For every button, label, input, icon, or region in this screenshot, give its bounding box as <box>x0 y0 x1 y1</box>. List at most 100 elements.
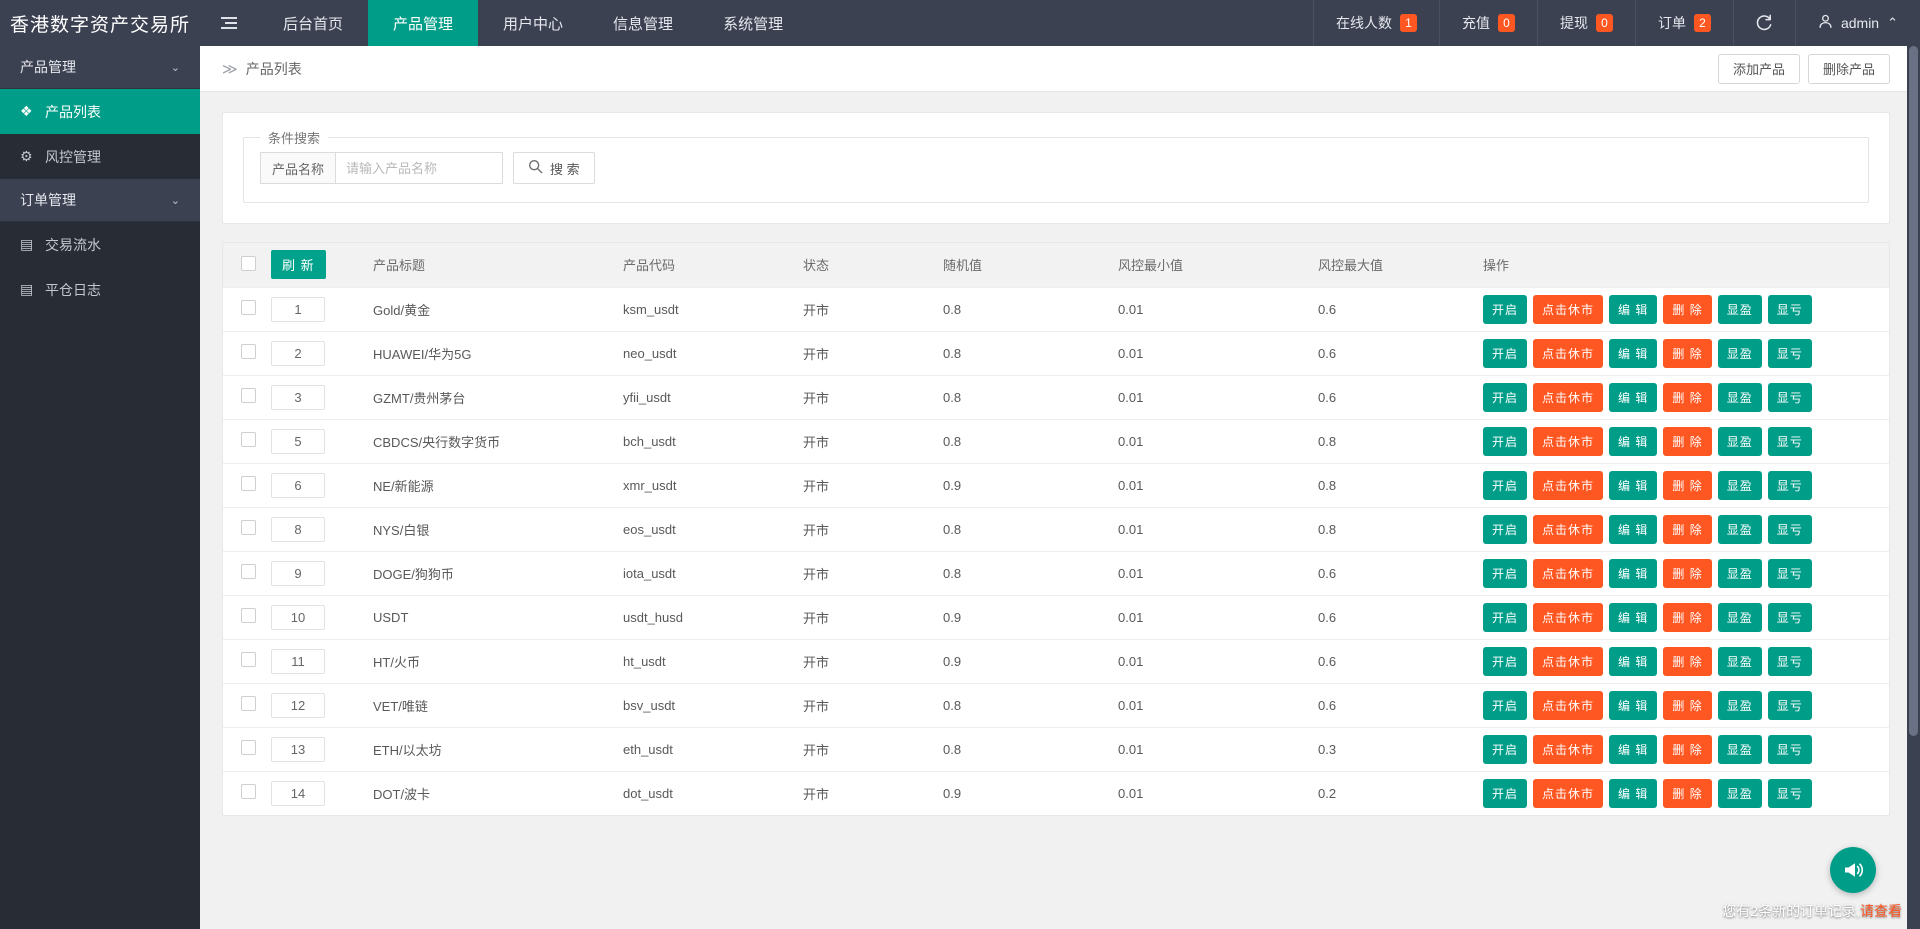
row-close-market-button[interactable]: 点击休市 <box>1533 778 1604 808</box>
row-checkbox[interactable] <box>241 564 256 579</box>
row-delete-button[interactable]: 删 除 <box>1663 470 1712 500</box>
row-show-profit-button[interactable]: 显盈 <box>1717 338 1762 368</box>
add-product-button[interactable]: 添加产品 <box>1717 53 1800 84</box>
row-show-loss-button[interactable]: 显亏 <box>1767 338 1812 368</box>
hamburger-icon[interactable] <box>200 0 258 46</box>
row-close-market-button[interactable]: 点击休市 <box>1533 426 1604 456</box>
row-delete-button[interactable]: 删 除 <box>1663 778 1712 808</box>
row-open-button[interactable]: 开启 <box>1483 646 1528 676</box>
nav-item-user[interactable]: 用户中心 <box>478 0 588 46</box>
row-delete-button[interactable]: 删 除 <box>1663 558 1712 588</box>
row-delete-button[interactable]: 删 除 <box>1663 338 1712 368</box>
row-close-market-button[interactable]: 点击休市 <box>1533 294 1604 324</box>
row-show-loss-button[interactable]: 显亏 <box>1767 382 1812 412</box>
search-button[interactable]: 搜 索 <box>513 152 595 184</box>
row-show-profit-button[interactable]: 显盈 <box>1717 382 1762 412</box>
row-show-profit-button[interactable]: 显盈 <box>1717 734 1762 764</box>
nav-item-info[interactable]: 信息管理 <box>588 0 698 46</box>
row-close-market-button[interactable]: 点击休市 <box>1533 602 1604 632</box>
row-open-button[interactable]: 开启 <box>1483 470 1528 500</box>
row-show-profit-button[interactable]: 显盈 <box>1717 602 1762 632</box>
row-show-loss-button[interactable]: 显亏 <box>1767 734 1812 764</box>
row-edit-button[interactable]: 编 辑 <box>1609 338 1658 368</box>
row-show-profit-button[interactable]: 显盈 <box>1717 646 1762 676</box>
row-show-profit-button[interactable]: 显盈 <box>1717 778 1762 808</box>
row-show-loss-button[interactable]: 显亏 <box>1767 690 1812 720</box>
stat-online-users[interactable]: 在线人数 1 <box>1312 0 1439 46</box>
row-show-loss-button[interactable]: 显亏 <box>1767 470 1812 500</box>
row-checkbox[interactable] <box>241 740 256 755</box>
row-open-button[interactable]: 开启 <box>1483 382 1528 412</box>
nav-item-system[interactable]: 系统管理 <box>698 0 808 46</box>
delete-product-button[interactable]: 删除产品 <box>1807 53 1890 84</box>
row-edit-button[interactable]: 编 辑 <box>1609 294 1658 324</box>
row-show-profit-button[interactable]: 显盈 <box>1717 294 1762 324</box>
row-close-market-button[interactable]: 点击休市 <box>1533 382 1604 412</box>
row-delete-button[interactable]: 删 除 <box>1663 514 1712 544</box>
row-delete-button[interactable]: 删 除 <box>1663 646 1712 676</box>
row-delete-button[interactable]: 删 除 <box>1663 690 1712 720</box>
page-scrollbar[interactable] <box>1907 46 1920 929</box>
row-close-market-button[interactable]: 点击休市 <box>1533 338 1604 368</box>
row-open-button[interactable]: 开启 <box>1483 602 1528 632</box>
row-edit-button[interactable]: 编 辑 <box>1609 514 1658 544</box>
row-checkbox[interactable] <box>241 696 256 711</box>
row-open-button[interactable]: 开启 <box>1483 338 1528 368</box>
megaphone-icon[interactable] <box>1830 847 1876 893</box>
row-edit-button[interactable]: 编 辑 <box>1609 558 1658 588</box>
refresh-icon[interactable] <box>1732 0 1795 46</box>
row-delete-button[interactable]: 删 除 <box>1663 734 1712 764</box>
row-show-profit-button[interactable]: 显盈 <box>1717 690 1762 720</box>
row-edit-button[interactable]: 编 辑 <box>1609 646 1658 676</box>
sidebar-item-transaction-flow[interactable]: ▤ 交易流水 <box>0 222 200 267</box>
row-close-market-button[interactable]: 点击休市 <box>1533 734 1604 764</box>
row-checkbox[interactable] <box>241 344 256 359</box>
row-checkbox[interactable] <box>241 608 256 623</box>
row-open-button[interactable]: 开启 <box>1483 734 1528 764</box>
stat-deposit[interactable]: 充值 0 <box>1438 0 1537 46</box>
stat-orders[interactable]: 订单 2 <box>1634 0 1733 46</box>
nav-item-dashboard[interactable]: 后台首页 <box>258 0 368 46</box>
row-open-button[interactable]: 开启 <box>1483 690 1528 720</box>
row-edit-button[interactable]: 编 辑 <box>1609 602 1658 632</box>
sidebar-item-risk-control[interactable]: ⚙ 风控管理 <box>0 134 200 179</box>
row-delete-button[interactable]: 删 除 <box>1663 294 1712 324</box>
row-show-loss-button[interactable]: 显亏 <box>1767 778 1812 808</box>
toast-link[interactable]: 请查看 <box>1860 903 1902 919</box>
row-show-loss-button[interactable]: 显亏 <box>1767 646 1812 676</box>
row-delete-button[interactable]: 删 除 <box>1663 382 1712 412</box>
row-checkbox[interactable] <box>241 432 256 447</box>
row-checkbox[interactable] <box>241 388 256 403</box>
row-checkbox[interactable] <box>241 476 256 491</box>
row-close-market-button[interactable]: 点击休市 <box>1533 514 1604 544</box>
row-close-market-button[interactable]: 点击休市 <box>1533 646 1604 676</box>
row-checkbox[interactable] <box>241 784 256 800</box>
refresh-button[interactable]: 刷 新 <box>271 250 326 280</box>
row-open-button[interactable]: 开启 <box>1483 426 1528 456</box>
user-menu[interactable]: admin ⌃ <box>1794 0 1920 46</box>
row-show-loss-button[interactable]: 显亏 <box>1767 558 1812 588</box>
row-checkbox[interactable] <box>241 652 256 667</box>
row-edit-button[interactable]: 编 辑 <box>1609 382 1658 412</box>
row-show-profit-button[interactable]: 显盈 <box>1717 558 1762 588</box>
sidebar-group-product[interactable]: 产品管理 ⌄ <box>0 46 200 89</box>
select-all-checkbox[interactable] <box>241 255 256 271</box>
row-open-button[interactable]: 开启 <box>1483 778 1528 808</box>
row-close-market-button[interactable]: 点击休市 <box>1533 558 1604 588</box>
row-show-loss-button[interactable]: 显亏 <box>1767 426 1812 456</box>
stat-withdraw[interactable]: 提现 0 <box>1536 0 1635 46</box>
row-delete-button[interactable]: 删 除 <box>1663 602 1712 632</box>
row-checkbox[interactable] <box>241 520 256 535</box>
row-open-button[interactable]: 开启 <box>1483 558 1528 588</box>
row-edit-button[interactable]: 编 辑 <box>1609 734 1658 764</box>
row-show-loss-button[interactable]: 显亏 <box>1767 294 1812 324</box>
row-edit-button[interactable]: 编 辑 <box>1609 470 1658 500</box>
row-edit-button[interactable]: 编 辑 <box>1609 690 1658 720</box>
sidebar-item-close-log[interactable]: ▤ 平仓日志 <box>0 267 200 312</box>
row-show-profit-button[interactable]: 显盈 <box>1717 514 1762 544</box>
row-show-loss-button[interactable]: 显亏 <box>1767 514 1812 544</box>
row-show-profit-button[interactable]: 显盈 <box>1717 470 1762 500</box>
sidebar-item-product-list[interactable]: ❖ 产品列表 <box>0 89 200 134</box>
row-edit-button[interactable]: 编 辑 <box>1609 778 1658 808</box>
search-input[interactable] <box>335 152 504 184</box>
